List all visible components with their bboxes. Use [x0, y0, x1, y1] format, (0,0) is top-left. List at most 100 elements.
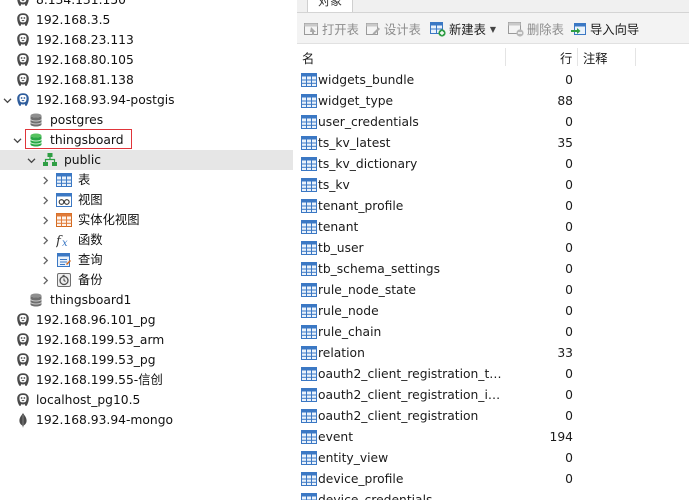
tree-item[interactable]: 192.168.199.55-信创 [0, 370, 293, 390]
matview-icon [56, 212, 72, 228]
table-row-count: 0 [565, 262, 573, 276]
table-name: oauth2_client_registration [318, 409, 479, 423]
tree-item[interactable]: public [0, 150, 293, 170]
chevron-right-icon[interactable] [38, 270, 52, 290]
tree-item[interactable]: 192.168.3.5 [0, 10, 293, 30]
pg-icon [15, 392, 31, 408]
table-row[interactable]: rule_node_state 0 [297, 280, 689, 301]
table-row[interactable]: rule_node 0 [297, 301, 689, 322]
table-row-count: 0 [565, 178, 573, 192]
pg-icon [15, 12, 31, 28]
table-row-count: 0 [565, 409, 573, 423]
tree-item[interactable]: 查询 [0, 250, 293, 270]
chevron-down-icon[interactable]: ▼ [490, 25, 496, 34]
open-table-label: 打开表 [322, 23, 359, 37]
table-icon [301, 429, 317, 445]
design-table-icon [365, 21, 381, 37]
chevron-right-icon[interactable] [38, 190, 52, 210]
mongo-icon [15, 412, 31, 428]
table-row-count: 0 [565, 220, 573, 234]
tree-item[interactable]: thingsboard [0, 130, 293, 150]
pg-icon [15, 332, 31, 348]
chevron-down-icon[interactable] [10, 130, 24, 150]
connection-tree[interactable]: 8.134.131.150 192.168.3.5 192.168.23.113 19… [0, 0, 293, 500]
tree-item[interactable]: 192.168.199.53_pg [0, 350, 293, 370]
table-icon [301, 177, 317, 193]
tree-item-label: 表 [78, 173, 91, 187]
table-name: entity_view [318, 451, 389, 465]
tree-item[interactable]: 192.168.96.101_pg [0, 310, 293, 330]
table-name: tenant [318, 220, 359, 234]
delete-table-icon [508, 21, 524, 37]
column-header-name[interactable]: 名 [302, 49, 314, 67]
table-name: widget_type [318, 94, 394, 108]
db-green-icon [28, 132, 44, 148]
table-row-count: 0 [565, 115, 573, 129]
tree-item-label: 查询 [78, 253, 103, 267]
table-row[interactable]: ts_kv 0 [297, 175, 689, 196]
column-header-rows[interactable]: 行 [560, 49, 572, 67]
table-row[interactable]: rule_chain 0 [297, 322, 689, 343]
chevron-right-icon[interactable] [38, 210, 52, 230]
table-row[interactable]: oauth2_client_registration_tem... 0 [297, 364, 689, 385]
table-icon [301, 198, 317, 214]
tree-item[interactable]: 备份 [0, 270, 293, 290]
delete-table-label: 删除表 [527, 23, 564, 37]
tree-item[interactable]: 192.168.80.105 [0, 50, 293, 70]
tree-item-label: thingsboard [50, 133, 124, 147]
tree-item[interactable]: 192.168.23.113 [0, 30, 293, 50]
import-wizard-button[interactable]: 导入向导 [571, 20, 639, 38]
tree-item[interactable]: 192.168.93.94-mongo [0, 410, 293, 430]
tree-item[interactable]: 实体化视图 [0, 210, 293, 230]
table-row[interactable]: device_credentials [297, 490, 689, 500]
tree-item[interactable]: 192.168.93.94-postgis [0, 90, 293, 110]
table-name: relation [318, 346, 365, 360]
design-table-button[interactable]: 设计表 [365, 20, 421, 38]
table-row[interactable]: widgets_bundle 0 [297, 70, 689, 91]
table-row[interactable]: tenant_profile 0 [297, 196, 689, 217]
column-divider[interactable] [635, 48, 636, 66]
tree-item[interactable]: 视图 [0, 190, 293, 210]
column-divider[interactable] [505, 48, 506, 66]
tree-item[interactable]: 192.168.81.138 [0, 70, 293, 90]
delete-table-button[interactable]: 删除表 [508, 20, 564, 38]
tree-item[interactable]: thingsboard1 [0, 290, 293, 310]
new-table-button[interactable]: 新建表 ▼ [430, 20, 496, 38]
open-table-button[interactable]: 打开表 [303, 20, 359, 38]
chevron-right-icon[interactable] [38, 250, 52, 270]
pg-icon [15, 312, 31, 328]
table-row[interactable]: entity_view 0 [297, 448, 689, 469]
table-row[interactable]: device_profile 0 [297, 469, 689, 490]
table-icon [301, 387, 317, 403]
table-row[interactable]: ts_kv_latest 35 [297, 133, 689, 154]
table-row[interactable]: event 194 [297, 427, 689, 448]
chevron-down-icon[interactable] [0, 90, 14, 110]
table-row[interactable]: relation 33 [297, 343, 689, 364]
tree-item[interactable]: 192.168.199.53_arm [0, 330, 293, 350]
table-icon [301, 135, 317, 151]
table-icon [56, 172, 72, 188]
table-row[interactable]: user_credentials 0 [297, 112, 689, 133]
table-row[interactable]: ts_kv_dictionary 0 [297, 154, 689, 175]
table-row[interactable]: tenant 0 [297, 217, 689, 238]
table-row[interactable]: tb_user 0 [297, 238, 689, 259]
column-header-comment[interactable]: 注释 [583, 49, 608, 67]
tree-item[interactable]: postgres [0, 110, 293, 130]
chevron-right-icon[interactable] [38, 230, 52, 250]
table-icon [301, 156, 317, 172]
object-toolbar: 打开表 设计表 新建表 ▼ 删除表 导入向导 [297, 13, 689, 44]
tree-item[interactable]: 表 [0, 170, 293, 190]
table-row[interactable]: widget_type 88 [297, 91, 689, 112]
column-divider[interactable] [577, 48, 578, 66]
table-row-count: 0 [565, 388, 573, 402]
table-row[interactable]: tb_schema_settings 0 [297, 259, 689, 280]
tree-item[interactable]: localhost_pg10.5 [0, 390, 293, 410]
table-row[interactable]: oauth2_client_registration_info 0 [297, 385, 689, 406]
table-row[interactable]: oauth2_client_registration 0 [297, 406, 689, 427]
tree-item[interactable]: 8.134.131.150 [0, 0, 293, 10]
chevron-right-icon[interactable] [38, 170, 52, 190]
pg-icon [15, 72, 31, 88]
tree-item[interactable]: f x 函数 [0, 230, 293, 250]
chevron-down-icon[interactable] [24, 150, 38, 170]
tab-objects[interactable]: 对象 [307, 0, 354, 12]
